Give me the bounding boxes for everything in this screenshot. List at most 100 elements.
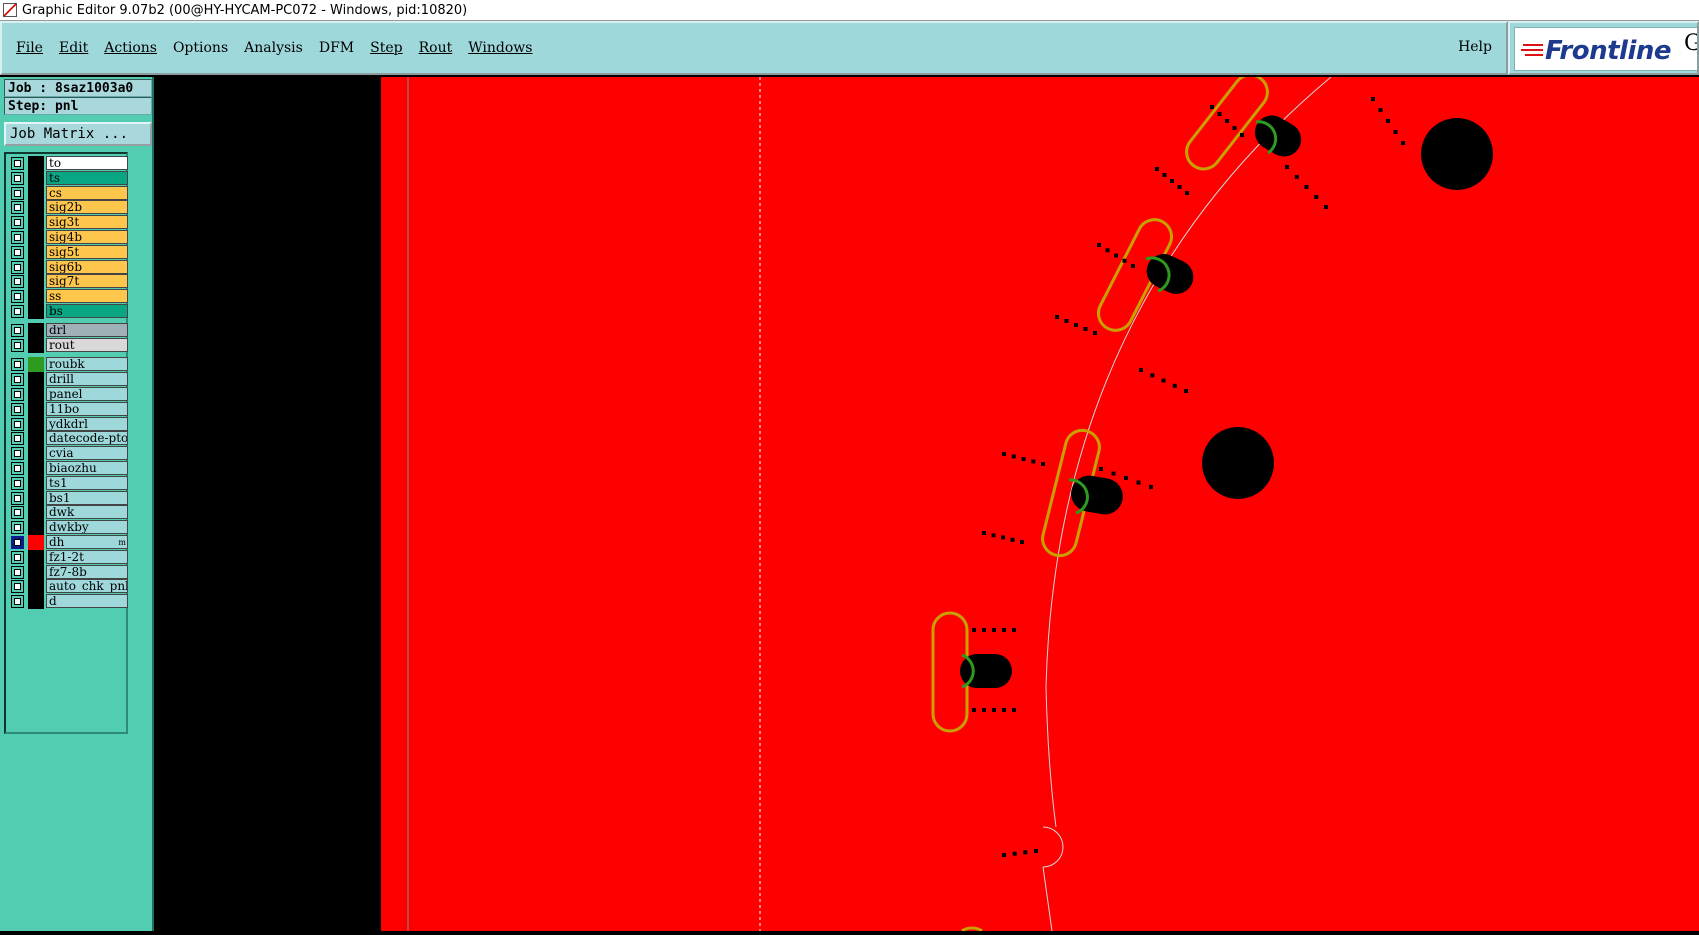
layer-row[interactable]: drill	[8, 372, 128, 388]
layer-display-swatch[interactable]	[28, 579, 44, 595]
job-matrix-button[interactable]: Job Matrix ...	[4, 122, 152, 146]
layer-affected-checkbox[interactable]	[11, 565, 24, 579]
layer-name[interactable]: fz1-2t	[46, 549, 128, 564]
layer-display-swatch[interactable]	[28, 431, 44, 447]
layer-display-swatch[interactable]	[28, 446, 44, 462]
layer-name[interactable]: sig6b	[46, 259, 128, 274]
layer-row[interactable]: sig2b	[8, 200, 128, 216]
layer-row[interactable]: roubk	[8, 357, 128, 373]
layer-name[interactable]: cvia	[46, 446, 128, 461]
layer-name[interactable]: rout	[46, 338, 128, 353]
layer-display-swatch[interactable]	[28, 230, 44, 245]
layer-affected-checkbox[interactable]	[11, 245, 24, 259]
layer-display-swatch[interactable]	[28, 549, 44, 565]
menu-windows[interactable]: Windows	[468, 40, 532, 56]
layer-name[interactable]: ydkdrl	[46, 416, 128, 431]
layer-display-swatch[interactable]	[28, 416, 44, 432]
layer-affected-checkbox[interactable]	[11, 171, 24, 185]
layer-affected-checkbox[interactable]	[11, 260, 24, 274]
layer-name[interactable]: cs	[46, 185, 128, 200]
menu-help[interactable]: Help	[1458, 39, 1492, 55]
layer-affected-checkbox[interactable]	[11, 595, 24, 609]
layer-name[interactable]: dwk	[46, 505, 128, 520]
layer-row[interactable]: drl	[8, 323, 128, 339]
layer-row[interactable]: fz1-2t	[8, 549, 128, 565]
layer-display-swatch[interactable]	[28, 259, 44, 275]
layer-row[interactable]: sig6b	[8, 259, 128, 275]
layer-affected-checkbox[interactable]	[11, 373, 24, 387]
layer-name[interactable]: fz7-8b	[46, 564, 128, 579]
layer-display-swatch[interactable]	[28, 185, 44, 201]
layer-affected-checkbox[interactable]	[11, 536, 24, 549]
layer-row[interactable]: dh m	[8, 535, 128, 550]
layer-row[interactable]: dwk	[8, 505, 128, 521]
layer-display-swatch[interactable]	[28, 372, 44, 388]
menu-options[interactable]: Options	[173, 40, 228, 56]
layer-name[interactable]: bs	[46, 304, 128, 318]
layer-affected-checkbox[interactable]	[11, 432, 24, 446]
layer-display-swatch[interactable]	[28, 505, 44, 521]
layer-affected-checkbox[interactable]	[11, 402, 24, 416]
layer-row[interactable]: ss	[8, 289, 128, 305]
layer-affected-checkbox[interactable]	[11, 186, 24, 200]
layer-affected-checkbox[interactable]	[11, 521, 24, 535]
layer-name[interactable]: biaozhu	[46, 461, 128, 475]
layer-name[interactable]: 11bo	[46, 401, 128, 416]
layer-row[interactable]: sig4b	[8, 230, 128, 245]
layer-affected-checkbox[interactable]	[11, 506, 24, 520]
menu-edit[interactable]: Edit	[59, 40, 88, 56]
layer-name[interactable]: drill	[46, 372, 128, 387]
layer-row[interactable]: sig3t	[8, 215, 128, 231]
layer-display-swatch[interactable]	[28, 304, 44, 319]
layer-affected-checkbox[interactable]	[11, 476, 24, 490]
layer-row[interactable]: fz7-8b	[8, 564, 128, 580]
layer-name[interactable]: sig3t	[46, 215, 128, 230]
layer-name[interactable]: dh m	[46, 535, 128, 549]
layer-affected-checkbox[interactable]	[11, 290, 24, 304]
layer-row[interactable]: ts1	[8, 475, 128, 491]
layer-name[interactable]: roubk	[46, 357, 128, 372]
layer-display-swatch[interactable]	[28, 564, 44, 580]
layer-row[interactable]: rout	[8, 338, 128, 354]
menu-actions[interactable]: Actions	[104, 40, 157, 56]
layer-name[interactable]: sig4b	[46, 230, 128, 244]
layer-display-swatch[interactable]	[28, 338, 44, 354]
layer-name[interactable]: panel	[46, 387, 128, 401]
layer-affected-checkbox[interactable]	[11, 580, 24, 594]
layer-display-swatch[interactable]	[28, 244, 44, 260]
layer-display-swatch[interactable]	[28, 520, 44, 536]
layer-name[interactable]: dwkby	[46, 520, 128, 535]
layer-display-swatch[interactable]	[28, 535, 44, 550]
layer-display-swatch[interactable]	[28, 357, 44, 373]
layer-display-swatch[interactable]	[28, 289, 44, 305]
graphic-canvas[interactable]	[156, 73, 1699, 933]
layer-name[interactable]: datecode-pto	[46, 431, 128, 446]
layer-display-swatch[interactable]	[28, 401, 44, 417]
layer-row[interactable]: dwkby	[8, 520, 128, 536]
layer-affected-checkbox[interactable]	[11, 201, 24, 215]
layer-name[interactable]: sig7t	[46, 274, 128, 289]
layer-name[interactable]: drl	[46, 323, 128, 338]
layer-name[interactable]: ts1	[46, 475, 128, 490]
layer-name[interactable]: bs1	[46, 490, 128, 505]
layer-affected-checkbox[interactable]	[11, 157, 24, 170]
layer-row[interactable]: cvia	[8, 446, 128, 462]
layer-display-swatch[interactable]	[28, 594, 44, 610]
menu-analysis[interactable]: Analysis	[244, 40, 303, 56]
layer-display-swatch[interactable]	[28, 461, 44, 476]
menu-file[interactable]: File	[16, 40, 43, 56]
layer-affected-checkbox[interactable]	[11, 305, 24, 318]
layer-affected-checkbox[interactable]	[11, 447, 24, 461]
layer-row[interactable]: sig7t	[8, 274, 128, 290]
layer-row[interactable]: 11bo	[8, 401, 128, 417]
layer-affected-checkbox[interactable]	[11, 491, 24, 505]
layer-row[interactable]: d	[8, 594, 128, 610]
menu-rout[interactable]: Rout	[419, 40, 453, 56]
layer-affected-checkbox[interactable]	[11, 275, 24, 289]
layer-affected-checkbox[interactable]	[11, 324, 24, 338]
layer-display-swatch[interactable]	[28, 215, 44, 231]
layer-display-swatch[interactable]	[28, 387, 44, 402]
layer-display-swatch[interactable]	[28, 156, 44, 171]
layer-name[interactable]: sig5t	[46, 244, 128, 259]
layer-row[interactable]: panel	[8, 387, 128, 402]
